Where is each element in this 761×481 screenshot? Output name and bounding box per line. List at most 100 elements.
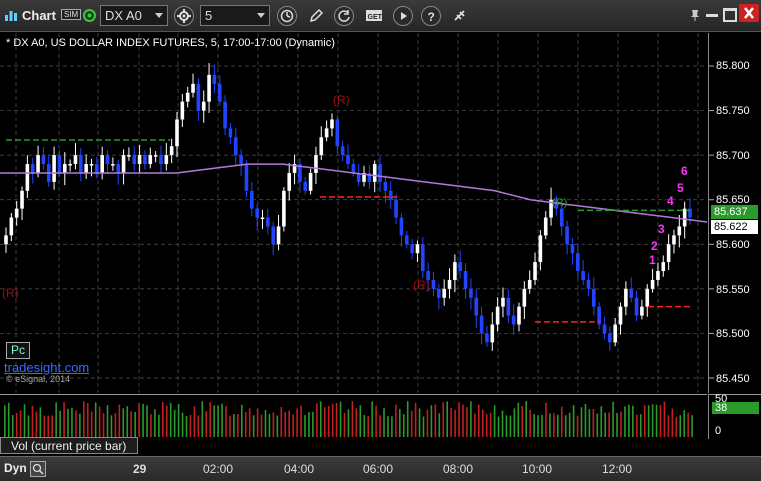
time-axis[interactable]: Dyn 29 02:00 04:00 06:00 08:00 10:00 12:… bbox=[0, 456, 761, 481]
volume-bar bbox=[150, 414, 152, 437]
volume-bar bbox=[94, 402, 97, 437]
volume-bar bbox=[367, 416, 369, 437]
candle-body bbox=[36, 155, 40, 173]
time-label-0800: 08:00 bbox=[443, 462, 474, 476]
volume-bar bbox=[4, 405, 6, 437]
volume-bar bbox=[268, 413, 271, 437]
candle-body bbox=[372, 164, 377, 182]
volume-bar bbox=[284, 412, 287, 437]
close-icon[interactable] bbox=[739, 4, 759, 22]
candle-body bbox=[228, 128, 233, 138]
time-mode-label[interactable]: Dyn bbox=[4, 461, 27, 475]
volume-bar bbox=[493, 405, 496, 437]
candle-body bbox=[581, 271, 585, 280]
volume-bar bbox=[600, 406, 603, 437]
volume-bar bbox=[628, 404, 630, 437]
interval-combo[interactable]: 5 bbox=[200, 5, 270, 26]
candle-body bbox=[20, 190, 24, 209]
minimize-icon[interactable] bbox=[706, 14, 718, 17]
volume-bar bbox=[331, 403, 334, 437]
volume-bar bbox=[11, 415, 14, 437]
volume-bar bbox=[292, 414, 294, 437]
candle-body bbox=[624, 288, 628, 307]
play-icon[interactable] bbox=[393, 6, 413, 26]
volume-bar bbox=[375, 405, 377, 437]
volume-bar bbox=[201, 401, 204, 437]
volume-bar bbox=[256, 408, 259, 437]
candle-body bbox=[378, 164, 382, 182]
candle-body bbox=[62, 164, 67, 173]
last-price-badge: 85.637 bbox=[711, 205, 758, 219]
volume-bar bbox=[489, 412, 492, 437]
volume-bar bbox=[244, 412, 247, 437]
volume-bar bbox=[659, 404, 662, 437]
maximize-icon[interactable] bbox=[723, 8, 737, 22]
candle-body bbox=[276, 226, 281, 245]
candle-body bbox=[602, 324, 607, 334]
volume-bar bbox=[636, 414, 638, 437]
candle-body bbox=[640, 306, 644, 316]
volume-bar bbox=[620, 411, 622, 437]
link-status-icon[interactable] bbox=[83, 9, 96, 22]
volume-panel[interactable] bbox=[0, 394, 707, 439]
candle-body bbox=[340, 146, 345, 156]
volume-bar bbox=[90, 411, 93, 437]
price-tick-7: 85.450 bbox=[716, 373, 750, 385]
setup-count-2: 2 bbox=[651, 239, 658, 253]
volume-bar bbox=[63, 402, 65, 437]
candle-body bbox=[303, 181, 308, 191]
r-label-left: (R) bbox=[2, 286, 19, 300]
volume-bar bbox=[229, 415, 231, 437]
price-chart-area[interactable] bbox=[0, 33, 708, 393]
volume-bar bbox=[296, 408, 298, 437]
r-label-mid: (R) bbox=[413, 278, 430, 292]
zoom-icon[interactable] bbox=[30, 461, 46, 477]
candle-body bbox=[153, 155, 158, 157]
svg-text:GET: GET bbox=[368, 14, 383, 21]
chart-toolbar: Chart SIM DX A0 5 GET ? bbox=[0, 0, 761, 32]
volume-bar bbox=[118, 404, 121, 437]
candle-body bbox=[474, 297, 479, 316]
symbol-combo[interactable]: DX A0 bbox=[100, 5, 168, 26]
app-label: Chart bbox=[22, 8, 56, 23]
interval-clock-icon[interactable] bbox=[277, 6, 297, 26]
volume-bar bbox=[23, 404, 26, 437]
draw-pencil-icon[interactable] bbox=[306, 6, 326, 26]
volume-bar bbox=[142, 403, 144, 437]
candle-body bbox=[511, 315, 516, 325]
candle-body bbox=[383, 181, 388, 191]
refresh-icon[interactable] bbox=[334, 6, 354, 26]
link-tool-icon[interactable] bbox=[450, 6, 470, 26]
symbol-settings-gear-icon[interactable] bbox=[174, 6, 194, 26]
help-icon[interactable]: ? bbox=[421, 6, 441, 26]
volume-panel-label[interactable]: Vol (current price bar) bbox=[0, 437, 138, 454]
chevron-down-icon bbox=[257, 13, 265, 18]
volume-bar bbox=[576, 415, 579, 437]
get-data-icon[interactable]: GET bbox=[363, 6, 383, 26]
pc-button[interactable]: Pc bbox=[6, 342, 30, 359]
volume-bar bbox=[632, 405, 634, 437]
candle-body bbox=[132, 155, 137, 165]
volume-bar bbox=[584, 403, 587, 437]
volume-bar bbox=[359, 405, 362, 437]
pin-icon[interactable] bbox=[689, 8, 701, 27]
volume-bar bbox=[237, 414, 239, 437]
volume-bar bbox=[517, 402, 520, 437]
volume-bar bbox=[272, 412, 275, 437]
volume-bar bbox=[205, 411, 208, 437]
candle-body bbox=[207, 74, 211, 102]
candle-body bbox=[244, 164, 249, 191]
candle-body bbox=[517, 306, 521, 325]
volume-bar bbox=[264, 410, 267, 437]
volume-bar bbox=[608, 412, 610, 437]
volume-bar bbox=[383, 408, 385, 437]
setup-count-1: 1 bbox=[649, 253, 656, 267]
volume-bar bbox=[304, 415, 306, 437]
candle-body bbox=[79, 155, 83, 173]
volume-bar bbox=[335, 402, 338, 437]
candle-body bbox=[335, 119, 340, 147]
volume-bar bbox=[126, 406, 129, 437]
candle-body bbox=[666, 244, 671, 263]
watermark-link[interactable]: tradesight.com bbox=[4, 360, 89, 375]
candle-body bbox=[538, 235, 543, 263]
